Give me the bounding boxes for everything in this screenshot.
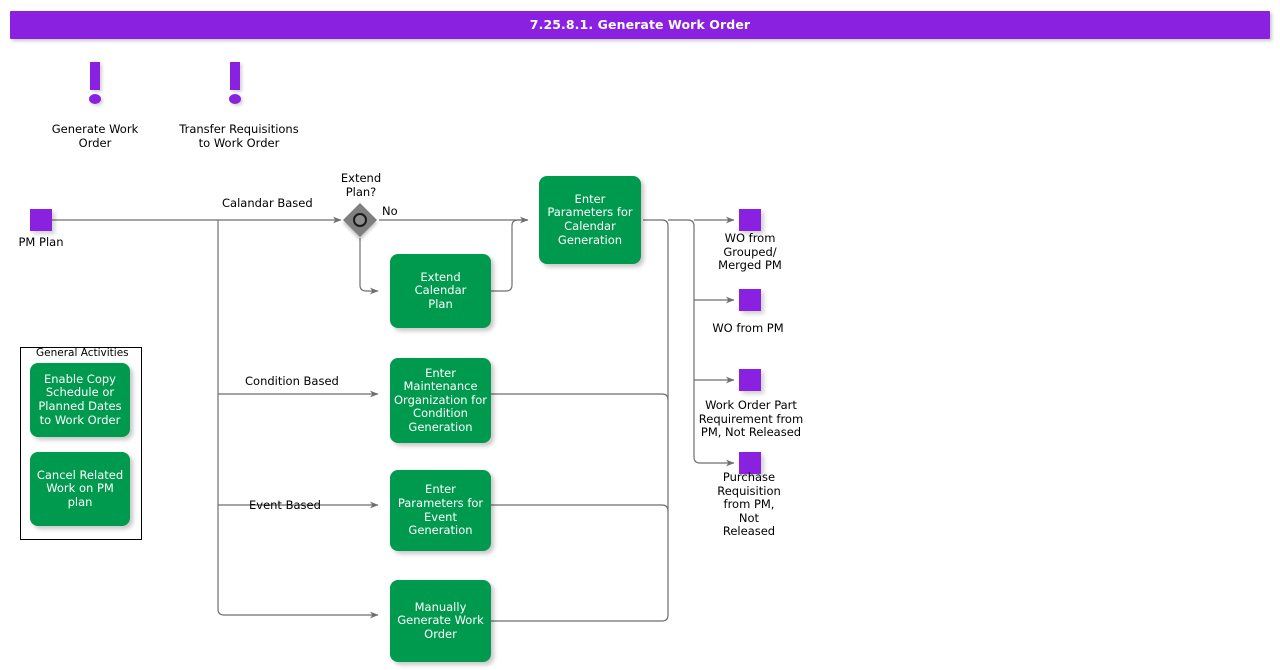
edge-label-calandar-based: Calandar Based (222, 196, 313, 210)
exclamation-bar (230, 62, 240, 90)
wire-left-spine-to-manual (218, 220, 378, 615)
wire-event-out (491, 505, 668, 511)
general-activities-title: General Activities (36, 347, 129, 359)
output-label-wo-from-grouped-merged-pm: WO from Grouped/ Merged PM (695, 232, 805, 273)
wire-right-collector-spine (491, 220, 668, 621)
exclamation-icon (218, 62, 252, 110)
exclamation-dot (229, 94, 241, 104)
activity-enter-maintenance-organization-condition-generation[interactable]: Enter Maintenance Organization for Condi… (390, 358, 491, 443)
output-node-work-order-part-requirement[interactable] (739, 369, 761, 391)
wire-decision-to-extend-plan (360, 238, 378, 291)
info-marker-label-transfer-requisitions: Transfer Requisitions to Work Order (165, 122, 313, 150)
activity-manually-generate-work-order[interactable]: Manually Generate Work Order (390, 580, 491, 662)
decision-ring-icon (353, 213, 367, 227)
output-label-wo-from-pm: WO from PM (693, 322, 803, 336)
decision-extend-plan[interactable] (343, 203, 377, 237)
decision-label: Extend Plan? (325, 171, 397, 199)
exclamation-dot (89, 94, 101, 104)
activity-cancel-related-work[interactable]: Cancel Related Work on PM plan (30, 452, 130, 526)
activity-enter-parameters-calendar-generation[interactable]: Enter Parameters for Calendar Generation (539, 176, 641, 264)
output-label-work-order-part-requirement: Work Order Part Requirement from PM, Not… (692, 399, 810, 440)
wire-extend-plan-to-calendar-params (491, 220, 528, 291)
wire-condition-out (491, 394, 668, 400)
title-bar: 7.25.8.1. Generate Work Order (10, 11, 1270, 39)
connector-layer (0, 0, 1280, 670)
activity-extend-calendar-plan[interactable]: Extend Calendar Plan (390, 254, 491, 328)
output-node-wo-from-pm[interactable] (739, 289, 761, 311)
output-node-wo-from-grouped-merged-pm[interactable] (739, 209, 761, 231)
start-node-pm-plan[interactable] (30, 209, 52, 231)
activity-enter-parameters-event-generation[interactable]: Enter Parameters for Event Generation (390, 470, 491, 551)
activity-enable-copy-schedule[interactable]: Enable Copy Schedule or Planned Dates to… (30, 363, 130, 437)
exclamation-bar (90, 62, 100, 90)
exclamation-icon (78, 62, 112, 110)
info-marker-label-generate-work-order: Generate Work Order (35, 122, 155, 150)
output-label-purchase-requisition: Purchase Requisition from PM, Not Releas… (700, 471, 798, 539)
edge-label-no: No (382, 204, 398, 218)
edge-label-condition-based: Condition Based (245, 374, 339, 388)
start-node-label: PM Plan (2, 236, 80, 250)
page-title: 7.25.8.1. Generate Work Order (10, 17, 1270, 32)
edge-label-event-based: Event Based (249, 498, 321, 512)
diagram-canvas: 7.25.8.1. Generate Work Order (0, 0, 1280, 670)
